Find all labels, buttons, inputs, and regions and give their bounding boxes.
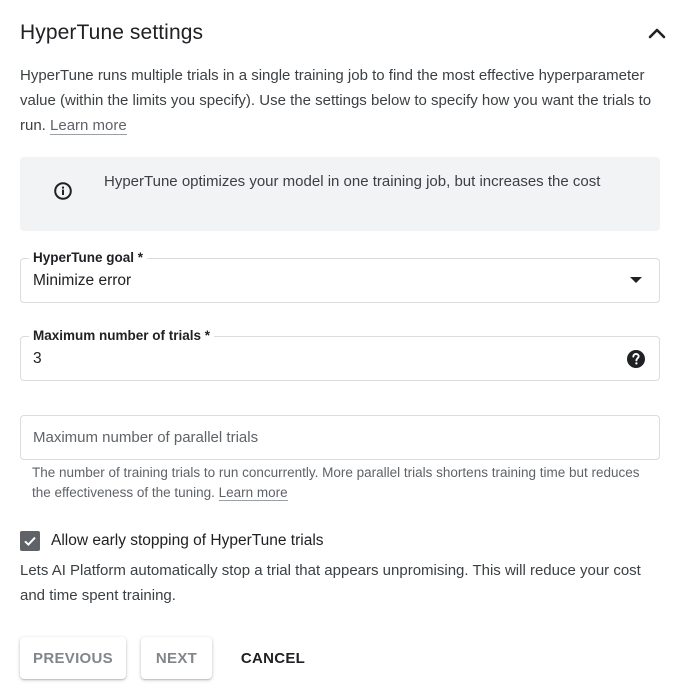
info-banner: HyperTune optimizes your model in one tr… — [20, 157, 660, 231]
next-button[interactable]: NEXT — [141, 637, 212, 679]
early-stopping-description: Lets AI Platform automatically stop a tr… — [20, 562, 641, 604]
info-banner-text: HyperTune optimizes your model in one tr… — [104, 173, 601, 190]
dropdown-arrow-icon[interactable] — [630, 277, 642, 283]
early-stopping-checkbox[interactable] — [20, 531, 40, 551]
max-trials-input[interactable]: Maximum number of trials * 3 — [20, 327, 660, 381]
info-icon — [53, 181, 73, 201]
early-stopping-row: Allow early stopping of HyperTune trials — [20, 530, 324, 552]
hint-text: The number of training trials to run con… — [32, 465, 640, 500]
help-icon[interactable] — [626, 349, 646, 369]
early-stopping-label[interactable]: Allow early stopping of HyperTune trials — [51, 532, 324, 550]
hypertune-goal-select[interactable]: HyperTune goal * Minimize error — [20, 249, 660, 303]
max-parallel-trials-placeholder: Maximum number of parallel trials — [33, 429, 259, 446]
cancel-button[interactable]: CANCEL — [228, 637, 318, 679]
section-description: HyperTune runs multiple trials in a sing… — [20, 63, 660, 138]
learn-more-link[interactable]: Learn more — [50, 117, 127, 135]
max-parallel-trials-input[interactable]: Maximum number of parallel trials — [20, 415, 660, 460]
section-header: HyperTune settings — [20, 18, 675, 48]
chevron-up-icon[interactable] — [644, 20, 670, 46]
hypertune-goal-label: HyperTune goal * — [29, 249, 148, 267]
previous-button[interactable]: PREVIOUS — [20, 637, 126, 679]
max-trials-value: 3 — [33, 350, 42, 367]
section-title: HyperTune settings — [20, 21, 204, 44]
max-parallel-trials-hint: The number of training trials to run con… — [32, 463, 652, 503]
max-trials-label: Maximum number of trials * — [29, 327, 215, 345]
hint-learn-more-link[interactable]: Learn more — [218, 485, 288, 501]
checkmark-icon — [24, 536, 36, 547]
hypertune-goal-value: Minimize error — [33, 272, 132, 289]
